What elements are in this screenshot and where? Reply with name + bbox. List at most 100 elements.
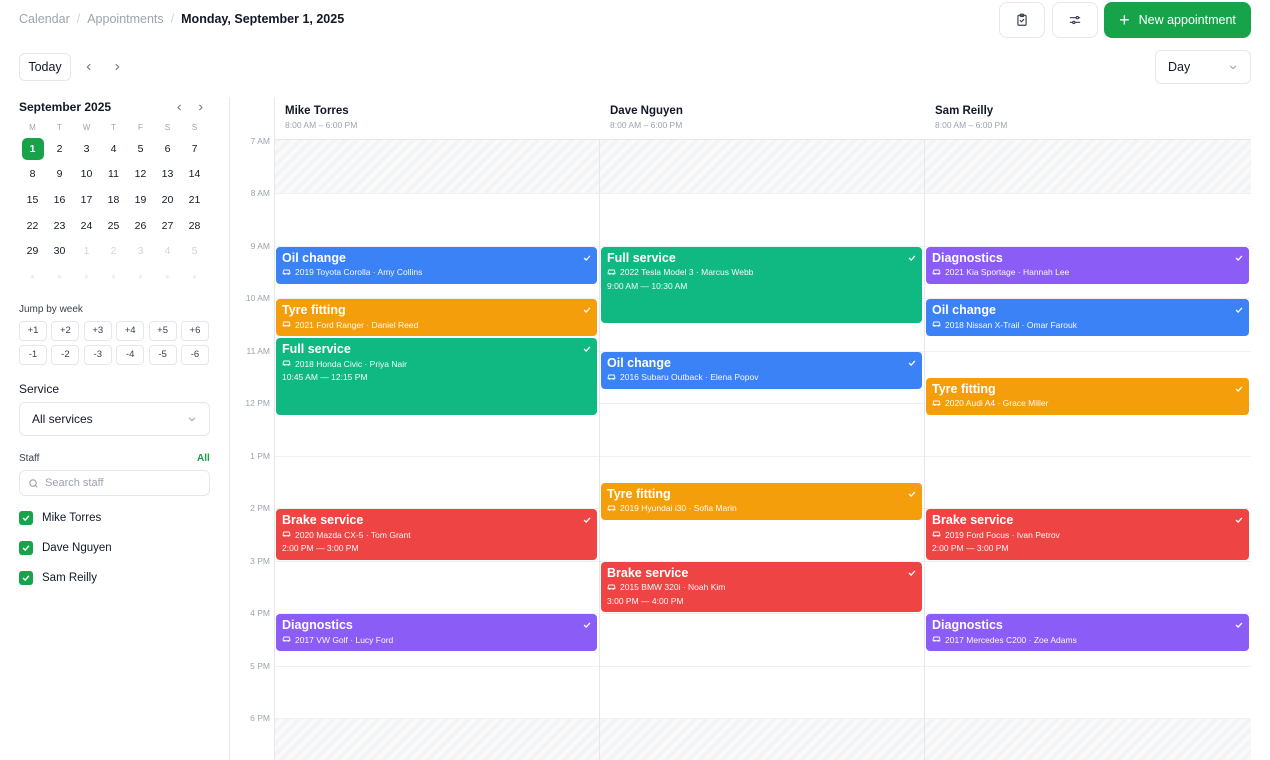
breadcrumb-calendar[interactable]: Calendar (19, 12, 70, 26)
day-number: 27 (161, 219, 174, 232)
jump-week-button[interactable]: +6 (180, 321, 209, 341)
mini-calendar-day[interactable]: 19 (127, 187, 154, 213)
appointment-card[interactable]: Tyre fitting 2019 Hyundai i30 · Sofia Mar… (601, 482, 922, 521)
view-select[interactable]: Day (1155, 50, 1251, 84)
mini-calendar-day[interactable]: 15 (19, 187, 46, 213)
mini-calendar-day[interactable]: 2 (100, 238, 127, 264)
staff-name: Dave Nguyen (42, 542, 112, 554)
mini-calendar-day[interactable]: 1 (73, 238, 100, 264)
mini-calendar-day[interactable]: 8 (19, 162, 46, 188)
appointment-card[interactable]: Oil change 2019 Toyota Corolla · Amy Coll… (276, 246, 597, 284)
mini-calendar-day[interactable]: 25 (100, 213, 127, 239)
jump-week-button[interactable]: +3 (83, 321, 112, 341)
chevron-left-icon (176, 104, 181, 110)
jump-week-button[interactable]: -6 (180, 345, 209, 365)
appointment-card[interactable]: Diagnostics 2017 VW Golf · Lucy Ford (276, 614, 597, 652)
appointment-card[interactable]: Full service 2018 Honda Civic · Priya Nai… (276, 338, 597, 416)
day-number: 15 (26, 193, 39, 206)
mini-calendar-day[interactable]: 18 (100, 187, 127, 213)
appointment-card[interactable]: Diagnostics 2017 Mercedes C200 · Zoe Adam… (926, 614, 1249, 652)
jump-week-button[interactable]: -3 (83, 345, 112, 365)
mini-calendar-day[interactable]: 22 (19, 213, 46, 239)
jump-week-button[interactable]: -4 (116, 345, 145, 365)
mini-calendar-day[interactable]: 26 (127, 213, 154, 239)
appointment-card[interactable]: Full service 2022 Tesla Model 3 · Marcus … (601, 246, 922, 324)
staff-checkbox-row[interactable]: Sam Reilly (19, 571, 97, 585)
time-label: 7 AM (250, 135, 270, 146)
mini-calendar-week: 8 9 10 11 12 13 14 (19, 162, 209, 188)
mini-calendar-day[interactable]: 6 (154, 136, 181, 162)
jump-week-button[interactable]: +4 (116, 321, 145, 341)
prev-month-button[interactable] (172, 100, 186, 114)
jump-week-button[interactable]: +1 (19, 321, 47, 341)
next-month-button[interactable] (193, 100, 207, 114)
mini-calendar-day[interactable]: 17 (73, 187, 100, 213)
mini-calendar-day[interactable]: 2 (46, 136, 73, 162)
appointment-time: 10:45 AM — 12:15 PM (282, 372, 368, 383)
appointment-card[interactable]: Oil change 2016 Subaru Outback · Elena Po… (601, 351, 922, 389)
mini-calendar-day[interactable]: 12 (127, 162, 154, 188)
mini-calendar-day[interactable]: 4 (154, 238, 181, 264)
mini-calendar-day[interactable]: 9 (46, 162, 73, 188)
jump-week-button[interactable]: -1 (19, 345, 47, 365)
mini-calendar-day[interactable]: 14 (181, 162, 208, 188)
mini-calendar-day[interactable]: 20 (154, 187, 181, 213)
appointment-title: Oil change (282, 250, 346, 265)
new-appointment-button[interactable]: + New appointment (1104, 2, 1251, 38)
jump-week-button[interactable]: -2 (51, 345, 80, 365)
checkbox-checked[interactable] (19, 511, 33, 525)
appointment-detail: 2017 Mercedes C200 · Zoe Adams (932, 634, 1243, 645)
jump-week-button[interactable]: +5 (148, 321, 177, 341)
mini-calendar-day[interactable]: 28 (181, 213, 208, 239)
appointment-card[interactable]: Brake service 2020 Mazda CX-5 · Tom Grant… (276, 509, 597, 560)
today-button[interactable]: Today (19, 53, 71, 81)
checkbox-checked[interactable] (19, 571, 33, 585)
clipboard-button[interactable] (999, 2, 1045, 38)
staff-checkbox-row[interactable]: Mike Torres (19, 511, 101, 525)
mini-calendar-day[interactable]: 5 (181, 238, 208, 264)
mini-calendar-day[interactable]: 3 (73, 136, 100, 162)
breadcrumb-appointments[interactable]: Appointments (87, 12, 163, 26)
mini-calendar-day[interactable]: 11 (100, 162, 127, 188)
appointment-vehicle-customer: 2019 Ford Focus · Ivan Petrov (945, 529, 1060, 540)
staff-checkbox-row[interactable]: Dave Nguyen (19, 541, 112, 555)
mini-calendar-day[interactable]: 24 (73, 213, 100, 239)
column-divider (599, 97, 600, 760)
staff-column-header: Mike Torres 8:00 AM – 6:00 PM (275, 97, 600, 140)
mini-calendar-day[interactable]: 16 (46, 187, 73, 213)
mini-calendar-day[interactable]: 13 (154, 162, 181, 188)
appointment-detail: 2021 Ford Ranger · Daniel Reed (282, 319, 591, 330)
mini-calendar-day-selected[interactable]: 1 (19, 136, 46, 162)
mini-calendar-day[interactable]: 10 (73, 162, 100, 188)
filter-settings-button[interactable] (1052, 2, 1098, 38)
mini-calendar-day[interactable]: 27 (154, 213, 181, 239)
mini-calendar-day[interactable]: 4 (100, 136, 127, 162)
mini-calendar-day[interactable]: 3 (127, 238, 154, 264)
mini-calendar-day[interactable]: 23 (46, 213, 73, 239)
day-number: 6 (164, 142, 171, 155)
mini-calendar-day[interactable]: 29 (19, 238, 46, 264)
mini-calendar-day[interactable]: 7 (181, 136, 208, 162)
appointment-detail: 2018 Honda Civic · Priya Nair (282, 358, 591, 369)
checkbox-checked[interactable] (19, 541, 33, 555)
staff-search-input[interactable]: Search staff (19, 470, 210, 496)
time-label: 12 PM (245, 398, 270, 408)
staff-column-name: Mike Torres (285, 105, 349, 117)
time-label: 5 PM (250, 660, 270, 671)
service-select[interactable]: All services (19, 402, 210, 436)
appointment-card[interactable]: Brake service 2019 Ford Focus · Ivan Petr… (926, 509, 1249, 560)
appointment-card[interactable]: Brake service 2015 BMW 320i · Noah Kim 3:0… (601, 561, 922, 612)
jump-week-button[interactable]: -5 (148, 345, 177, 365)
day-number: 5 (191, 245, 198, 258)
appointment-card[interactable]: Tyre fitting 2020 Audi A4 · Grace Miller (926, 377, 1249, 416)
mini-calendar-day[interactable]: 21 (181, 187, 208, 213)
appointment-card[interactable]: Oil change 2018 Nissan X-Trail · Omar Far… (926, 299, 1249, 337)
staff-select-all-link[interactable]: All (197, 453, 210, 464)
prev-day-button[interactable] (79, 57, 99, 77)
jump-week-button[interactable]: +2 (51, 321, 80, 341)
mini-calendar-day[interactable]: 30 (46, 238, 73, 264)
appointment-card[interactable]: Tyre fitting 2021 Ford Ranger · Daniel Re… (276, 299, 597, 337)
mini-calendar-day[interactable]: 5 (127, 136, 154, 162)
next-day-button[interactable] (107, 57, 127, 77)
appointment-card[interactable]: Diagnostics 2021 Kia Sportage · Hannah Le… (926, 246, 1249, 284)
